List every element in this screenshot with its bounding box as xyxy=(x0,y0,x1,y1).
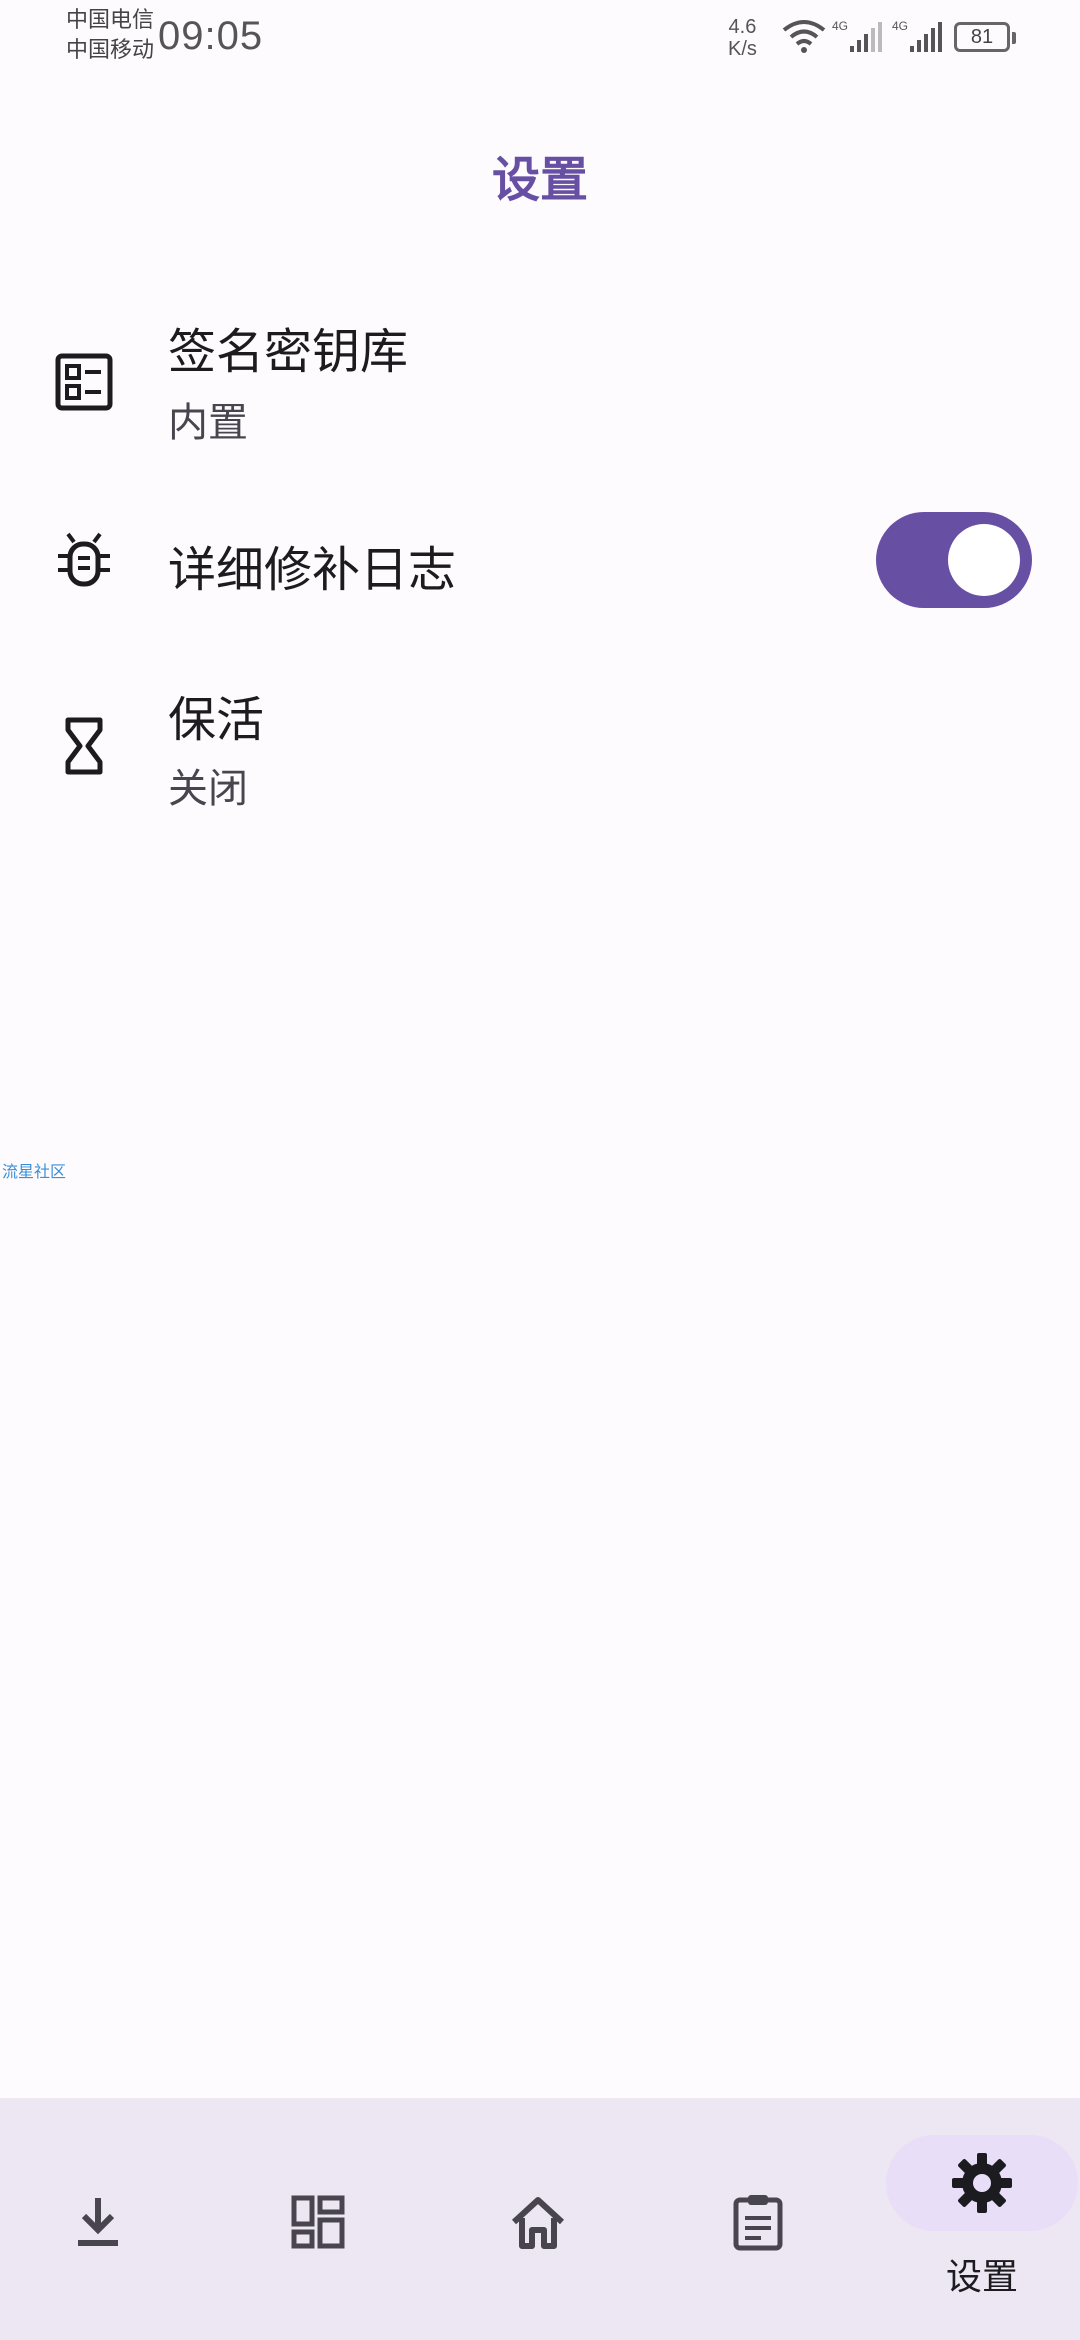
gear-icon xyxy=(952,2153,1012,2213)
dashboard-icon xyxy=(291,2195,345,2249)
toggle-knob xyxy=(948,524,1020,596)
setting-subtitle: 关闭 xyxy=(168,766,248,812)
status-bar: 中国电信 中国移动 09:05 4.6 K/s 4G 4G 81 xyxy=(0,0,1080,80)
setting-title: 详细修补日志 xyxy=(168,542,457,598)
verbose-log-toggle[interactable] xyxy=(876,512,1032,608)
bug-icon xyxy=(58,532,110,587)
page-title: 设置 xyxy=(491,152,588,208)
nav-item-download[interactable] xyxy=(0,2098,196,2340)
speed-unit: K/s xyxy=(728,38,757,60)
network-speed: 4.6 K/s xyxy=(728,16,757,60)
setting-title: 签名密钥库 xyxy=(168,324,409,380)
watermark-text: 流星社区 xyxy=(2,1162,67,1181)
setting-keep-alive[interactable]: 保活 关闭 xyxy=(0,670,1080,830)
clock: 09:05 xyxy=(158,14,264,58)
download-icon xyxy=(78,2198,118,2246)
network-type-2: 4G xyxy=(892,19,908,33)
cellular-signal-icon-2: 4G xyxy=(892,19,942,52)
nav-item-home[interactable] xyxy=(440,2098,636,2340)
clipboard-icon xyxy=(733,2195,783,2251)
network-type-1: 4G xyxy=(832,19,848,33)
nav-item-settings[interactable] xyxy=(886,2135,1078,2231)
setting-title: 保活 xyxy=(168,692,265,748)
speed-value: 4.6 xyxy=(728,16,757,38)
hourglass-icon xyxy=(65,717,103,775)
battery-indicator: 81 xyxy=(954,22,1016,52)
bottom-navigation: 设置 xyxy=(0,2098,1080,2340)
carrier-1: 中国电信 xyxy=(66,8,155,33)
nav-item-dashboard[interactable] xyxy=(220,2098,416,2340)
setting-subtitle: 内置 xyxy=(168,400,248,446)
setting-keystore[interactable]: 签名密钥库 内置 xyxy=(0,300,1080,460)
nav-label-settings: 设置 xyxy=(945,2257,1018,2298)
carrier-2: 中国移动 xyxy=(66,38,155,63)
keystore-icon xyxy=(55,353,113,411)
home-icon xyxy=(511,2197,565,2249)
cellular-signal-icon-1: 4G xyxy=(832,19,882,52)
nav-item-clipboard[interactable] xyxy=(660,2098,856,2340)
carrier-names: 中国电信 中国移动 xyxy=(66,6,154,66)
wifi-icon xyxy=(782,20,826,53)
